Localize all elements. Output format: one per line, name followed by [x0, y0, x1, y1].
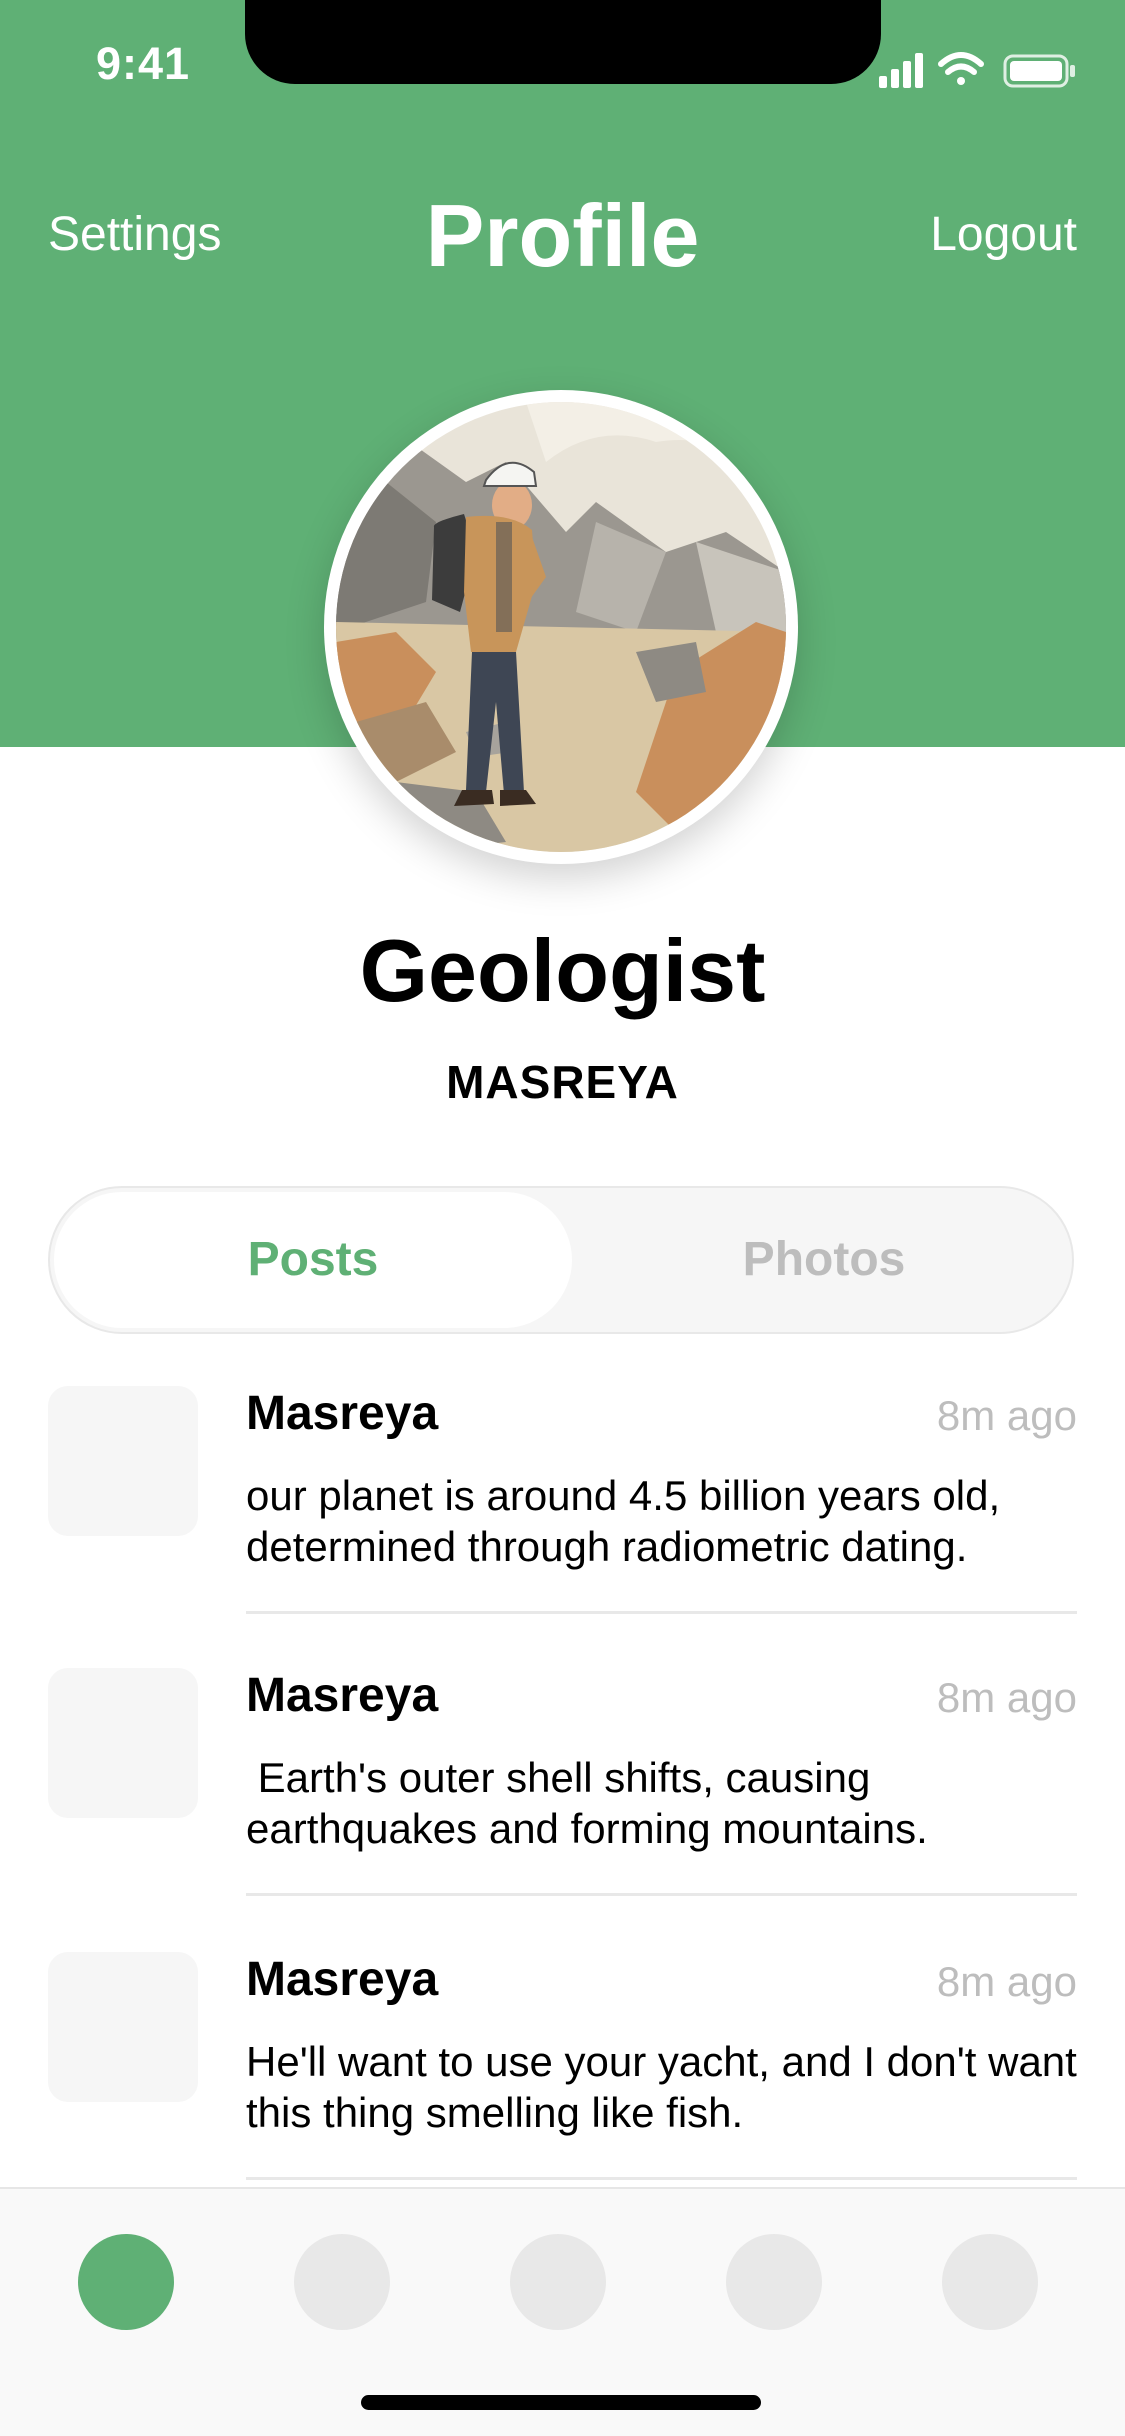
post-text: He'll want to use your yacht, and I don'…: [246, 2038, 1089, 2136]
profile-handle: MASREYA: [446, 1056, 679, 1108]
status-icons: [879, 52, 1075, 88]
post-thumbnail: [48, 1668, 198, 1818]
list-item[interactable]: Masreya 8m ago our planet is around 4.5 …: [0, 1386, 1125, 1669]
divider: [246, 1611, 1077, 1614]
tab-bar-item-2[interactable]: [294, 2234, 390, 2330]
tab-photos[interactable]: Photos: [576, 1188, 1072, 1332]
tab-bar-item-1[interactable]: [78, 2234, 174, 2330]
post-time: 8m ago: [936, 1958, 1077, 2005]
tab-bar-item-3[interactable]: [510, 2234, 606, 2330]
status-time: 9:41: [96, 38, 191, 89]
avatar-image: [336, 402, 786, 852]
post-text: Earth's outer shell shifts, causing eart…: [246, 1754, 928, 1852]
logout-button[interactable]: Logout: [930, 207, 1077, 262]
post-time: 8m ago: [936, 1392, 1077, 1439]
wifi-icon: [938, 52, 984, 85]
list-item[interactable]: Masreya 8m ago Earth's outer shell shift…: [0, 1668, 1125, 1951]
post-time: 8m ago: [936, 1674, 1077, 1721]
avatar[interactable]: [324, 390, 798, 864]
signal-icon: [879, 53, 923, 88]
home-indicator[interactable]: [361, 2395, 761, 2410]
post-author: Masreya: [246, 1669, 439, 1722]
battery-icon: [1003, 54, 1075, 88]
post-text: our planet is around 4.5 billion years o…: [246, 1472, 1012, 1570]
tab-bar-item-5[interactable]: [942, 2234, 1038, 2330]
post-thumbnail: [48, 1952, 198, 2102]
tab-posts[interactable]: Posts: [50, 1188, 576, 1332]
divider: [246, 1893, 1077, 1896]
divider: [246, 2177, 1077, 2180]
post-author: Masreya: [246, 1387, 439, 1440]
post-thumbnail: [48, 1386, 198, 1536]
post-author: Masreya: [246, 1953, 439, 2006]
tab-bar-item-4[interactable]: [726, 2234, 822, 2330]
device-notch: [245, 0, 881, 84]
profile-name: Geologist: [359, 921, 766, 1020]
segmented-control: Posts Photos: [48, 1186, 1074, 1334]
